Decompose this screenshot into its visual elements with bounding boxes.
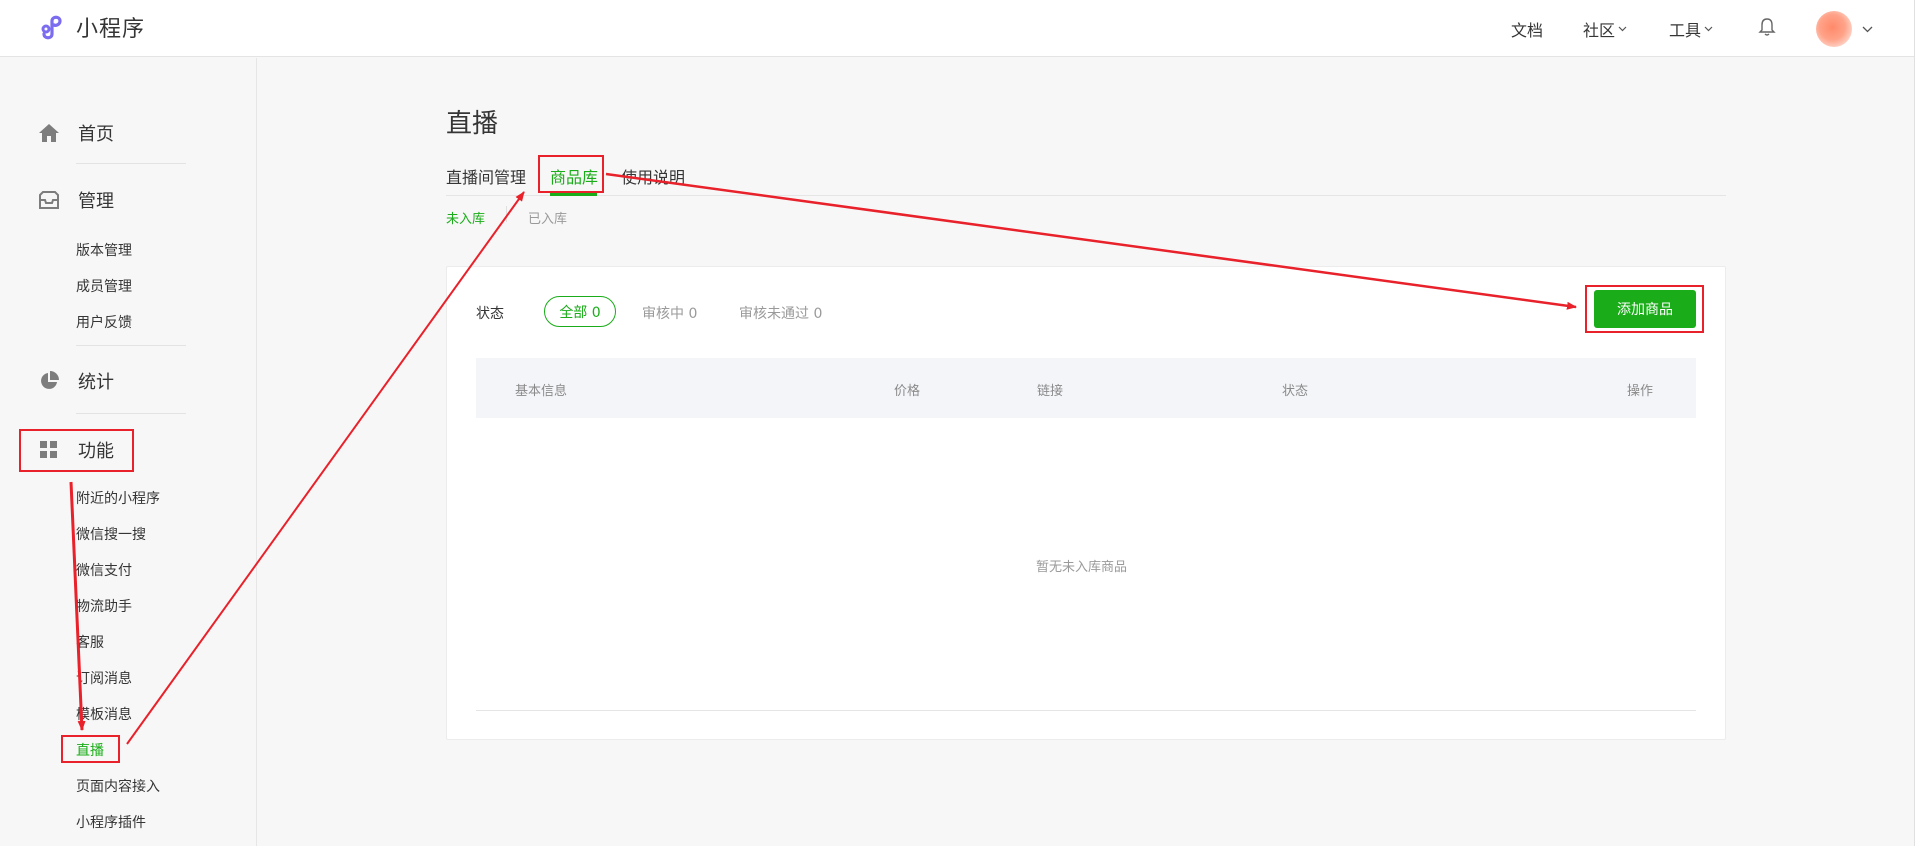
sidebar-item-subscribe[interactable]: 订阅消息 bbox=[76, 668, 132, 688]
nav-tools[interactable]: 工具 bbox=[1669, 17, 1713, 41]
sidebar-item-template[interactable]: 模板消息 bbox=[76, 704, 132, 724]
sidebar-item-search[interactable]: 微信搜一搜 bbox=[76, 524, 146, 544]
nav-docs-label: 文档 bbox=[1511, 21, 1544, 40]
sidebar-group-label: 统计 bbox=[78, 372, 114, 393]
logo-icon bbox=[41, 15, 62, 40]
filter-reviewing[interactable]: 审核中 0 bbox=[642, 303, 697, 323]
nav-docs[interactable]: 文档 bbox=[1511, 17, 1543, 41]
column-header-actions: 操作 bbox=[1627, 384, 1654, 399]
sidebar-item-nearby[interactable]: 附近的小程序 bbox=[76, 488, 160, 508]
highlight-box-live bbox=[61, 735, 120, 763]
column-header-status: 状态 bbox=[1282, 384, 1309, 399]
filter-all-label: 全部 0 bbox=[559, 304, 601, 321]
logo[interactable]: 小程序 bbox=[38, 12, 145, 42]
nav-tools-label: 工具 bbox=[1669, 21, 1702, 40]
nav-community-label: 社区 bbox=[1583, 21, 1616, 40]
top-bar: 小程序 文档 社区 工具 bbox=[0, 0, 1914, 57]
sidebar-group-stats[interactable]: 统计 bbox=[38, 368, 114, 394]
sidebar-item-logistics[interactable]: 物流助手 bbox=[76, 596, 132, 616]
sidebar-item-content[interactable]: 页面内容接入 bbox=[76, 776, 160, 796]
chevron-down-icon[interactable] bbox=[1862, 26, 1873, 33]
chevron-down-icon bbox=[1618, 26, 1627, 32]
sidebar-item-pay[interactable]: 微信支付 bbox=[76, 560, 132, 580]
filter-rejected[interactable]: 审核未通过 0 bbox=[739, 303, 822, 323]
tab-bar: 直播间管理 商品库 使用说明 bbox=[446, 164, 1726, 196]
sidebar-item-plugin[interactable]: 小程序插件 bbox=[76, 812, 146, 832]
inbox-icon bbox=[38, 189, 60, 211]
filter-all[interactable]: 全部 0 bbox=[544, 296, 616, 327]
page-title: 直播 bbox=[446, 109, 499, 139]
divider bbox=[76, 413, 186, 414]
chevron-down-icon bbox=[1704, 26, 1713, 32]
avatar[interactable] bbox=[1816, 11, 1852, 47]
home-icon bbox=[38, 122, 60, 144]
sidebar-group-label: 管理 bbox=[78, 191, 114, 212]
sidebar-group-manage[interactable]: 管理 bbox=[38, 187, 114, 213]
sidebar-group-home[interactable]: 首页 bbox=[38, 120, 114, 146]
divider bbox=[506, 206, 507, 222]
subtab-not-stored[interactable]: 未入库 bbox=[446, 208, 485, 227]
highlight-box-product-tab bbox=[538, 155, 604, 193]
sidebar-item-members[interactable]: 成员管理 bbox=[76, 276, 132, 296]
divider bbox=[76, 345, 186, 346]
column-header-link: 链接 bbox=[1037, 384, 1064, 399]
pie-chart-icon bbox=[38, 370, 60, 392]
scrollbar[interactable] bbox=[1914, 0, 1920, 846]
table-bottom-border bbox=[476, 710, 1696, 711]
subtab-stored[interactable]: 已入库 bbox=[528, 208, 567, 227]
active-tab-indicator bbox=[550, 193, 597, 196]
sidebar-item-service[interactable]: 客服 bbox=[76, 632, 104, 652]
app-name: 小程序 bbox=[76, 17, 146, 42]
highlight-box-add-button bbox=[1585, 285, 1704, 333]
sidebar-item-feedback[interactable]: 用户反馈 bbox=[76, 312, 132, 332]
tab-live-room[interactable]: 直播间管理 bbox=[446, 164, 526, 188]
highlight-box-features bbox=[19, 429, 134, 472]
empty-state-text: 暂无未入库商品 bbox=[1036, 560, 1128, 575]
product-list-card bbox=[446, 266, 1726, 740]
sidebar-item-version[interactable]: 版本管理 bbox=[76, 240, 132, 260]
bell-icon[interactable] bbox=[1757, 16, 1777, 38]
column-header-basic-info: 基本信息 bbox=[515, 384, 568, 399]
column-header-price: 价格 bbox=[894, 384, 921, 399]
status-filter-label: 状态 bbox=[476, 306, 504, 322]
sidebar-group-label: 首页 bbox=[78, 124, 114, 145]
divider bbox=[76, 163, 186, 164]
tab-usage-guide[interactable]: 使用说明 bbox=[621, 164, 685, 188]
table-header bbox=[476, 358, 1696, 418]
nav-community[interactable]: 社区 bbox=[1583, 17, 1627, 41]
